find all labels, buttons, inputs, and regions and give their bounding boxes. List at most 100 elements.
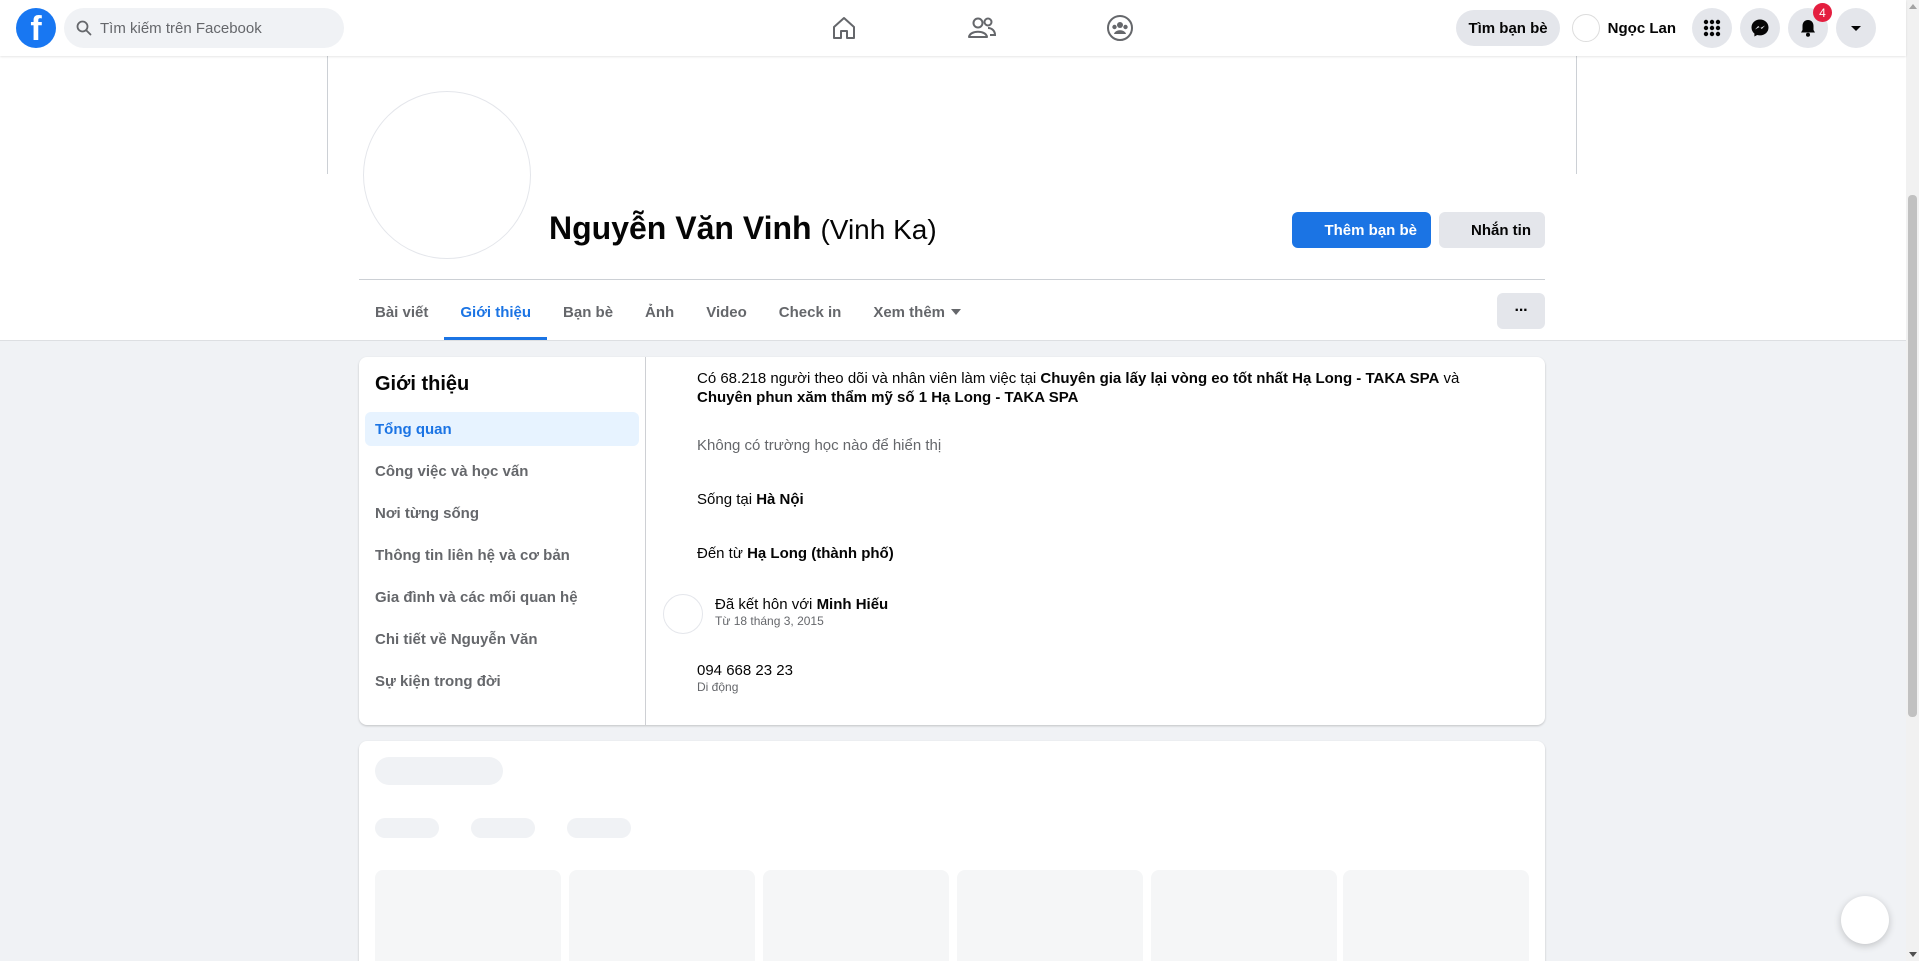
right-navigation: Tìm bạn bè Ngọc Lan 4 (1456, 3, 1876, 48)
facebook-logo-icon[interactable]: f (16, 8, 56, 48)
nav-groups[interactable] (1051, 0, 1189, 56)
about-nav-label: Thông tin liên hệ và cơ bản (375, 546, 570, 564)
tab-label: Xem thêm (873, 303, 946, 321)
cover-border-right (1576, 56, 1577, 174)
friends-icon (968, 17, 997, 38)
hometown-link[interactable]: Hạ Long (thành phố) (747, 545, 894, 562)
message-button[interactable]: Nhắn tin (1439, 212, 1545, 248)
more-options-icon: ··· (1514, 302, 1529, 319)
about-nav-places-lived[interactable]: Nơi từng sống (365, 496, 639, 530)
skeleton-tile (375, 870, 561, 961)
tab-label: Bài viết (375, 303, 429, 321)
bell-icon (1801, 20, 1815, 37)
skeleton-chip (471, 818, 535, 838)
workplace-link[interactable]: Chuyên phun xăm thẩm mỹ số 1 Hạ Long - T… (697, 389, 1078, 406)
current-user-chip[interactable]: Ngọc Lan (1568, 10, 1684, 46)
current-city-info: Sống tại Hà Nội (697, 490, 1517, 509)
profile-name: Nguyễn Văn Vinh (Vinh Ka) (549, 210, 937, 247)
about-nav-contact-basic[interactable]: Thông tin liên hệ và cơ bản (365, 538, 639, 572)
partner-link[interactable]: Minh Hiếu (817, 596, 889, 613)
about-nav-label: Sự kiện trong đời (375, 672, 501, 690)
relationship-info: Đã kết hôn với Minh Hiếu Từ 18 tháng 3, … (715, 595, 1535, 629)
tab-label: Check in (778, 303, 842, 321)
skeleton-tile (569, 870, 755, 961)
find-friends-button[interactable]: Tìm bạn bè (1456, 10, 1560, 46)
tab-more[interactable]: Xem thêm (857, 284, 977, 340)
about-card: Giới thiệu Tổng quan Công việc và học vấ… (359, 357, 1545, 725)
about-nav-label: Gia đình và các mối quan hệ (375, 588, 578, 606)
about-nav-work-education[interactable]: Công việc và học vấn (365, 454, 639, 488)
scroll-up-arrow-icon[interactable] (1909, 4, 1917, 9)
tab-posts[interactable]: Bài viết (359, 284, 444, 340)
school-info: Không có trường học nào để hiển thị (697, 437, 942, 454)
about-nav-overview[interactable]: Tổng quan (365, 412, 639, 446)
skeleton-tile (1343, 870, 1529, 961)
header-divider (359, 279, 1545, 280)
search-box[interactable] (64, 8, 344, 48)
current-city-link[interactable]: Hà Nội (756, 491, 804, 508)
about-nav-label: Nơi từng sống (375, 504, 480, 522)
nav-friends[interactable] (913, 0, 1051, 56)
menu-button[interactable] (1692, 8, 1732, 48)
skeleton-tile (1151, 870, 1337, 961)
notification-count-badge: 4 (1813, 3, 1832, 22)
profile-tabs: Bài viết Giới thiệu Bạn bè Ảnh Video Che… (359, 284, 977, 340)
loading-card (359, 741, 1545, 961)
hometown-info: Đến từ Hạ Long (thành phố) (697, 544, 1517, 563)
message-label: Nhắn tin (1471, 221, 1531, 239)
add-friend-button[interactable]: Thêm bạn bè (1292, 212, 1431, 248)
scrollbar-thumb[interactable] (1908, 195, 1917, 717)
about-nav-family[interactable]: Gia đình và các mối quan hệ (365, 580, 639, 614)
tab-label: Ảnh (645, 303, 675, 321)
nav-home[interactable] (775, 0, 913, 56)
workplace-link[interactable]: Chuyên gia lấy lại vòng eo tốt nhất Hạ L… (1040, 370, 1439, 387)
new-message-floating-button[interactable] (1841, 896, 1889, 944)
work-info: Có 68.218 người theo dõi và nhân viên là… (697, 369, 1517, 407)
relationship-prefix: Đã kết hôn với (715, 596, 817, 613)
scroll-down-arrow-icon[interactable] (1909, 952, 1917, 957)
top-navigation-bar: f Tìm bạn bè Ngọc Lan (0, 0, 1906, 56)
account-caret-icon (1851, 26, 1861, 31)
about-content: Có 68.218 người theo dõi và nhân viên là… (647, 357, 1545, 725)
about-nav-label: Chi tiết về Nguyễn Văn (375, 630, 538, 648)
skeleton-tile (957, 870, 1143, 961)
user-avatar (1571, 14, 1600, 42)
about-nav-details[interactable]: Chi tiết về Nguyễn Văn (365, 622, 639, 656)
search-icon (76, 20, 92, 36)
phone-type: Di động (697, 680, 739, 694)
page-scrollbar[interactable] (1906, 0, 1919, 961)
add-friend-label: Thêm bạn bè (1324, 221, 1417, 239)
tab-friends[interactable]: Bạn bè (547, 284, 629, 340)
from-prefix: Đến từ (697, 545, 748, 562)
profile-nickname: (Vinh Ka) (820, 214, 937, 245)
tab-about[interactable]: Giới thiệu (444, 284, 547, 340)
about-nav-life-events[interactable]: Sự kiện trong đời (365, 664, 639, 698)
tab-photos[interactable]: Ảnh (629, 284, 690, 340)
messenger-icon (1751, 19, 1769, 37)
groups-icon (1107, 15, 1133, 41)
skeleton-title (375, 757, 503, 785)
notifications-button[interactable]: 4 (1788, 3, 1832, 48)
tab-label: Bạn bè (563, 303, 614, 321)
current-user-name: Ngọc Lan (1607, 19, 1676, 37)
center-navigation (775, 0, 1189, 56)
skeleton-chip (375, 818, 439, 838)
lives-prefix: Sống tại (697, 491, 757, 508)
more-options-button[interactable]: ··· (1497, 293, 1545, 329)
menu-grid-icon (1703, 19, 1721, 37)
cover-border-left (327, 56, 328, 174)
dropdown-caret-icon (951, 309, 962, 315)
account-button[interactable] (1836, 8, 1876, 48)
tab-label: Video (706, 303, 747, 321)
partner-avatar[interactable] (663, 594, 703, 634)
work-prefix: Có 68.218 người theo dõi và nhân viên là… (697, 370, 1041, 387)
tab-check-ins[interactable]: Check in (763, 284, 858, 340)
relationship-since: Từ 18 tháng 3, 2015 (715, 614, 824, 628)
about-title: Giới thiệu (375, 373, 470, 395)
tab-label: Giới thiệu (460, 303, 532, 321)
profile-avatar[interactable] (363, 91, 531, 259)
tab-videos[interactable]: Video (690, 284, 763, 340)
search-input[interactable] (100, 19, 320, 37)
profile-full-name: Nguyễn Văn Vinh (549, 210, 812, 246)
messenger-button[interactable] (1740, 8, 1780, 48)
